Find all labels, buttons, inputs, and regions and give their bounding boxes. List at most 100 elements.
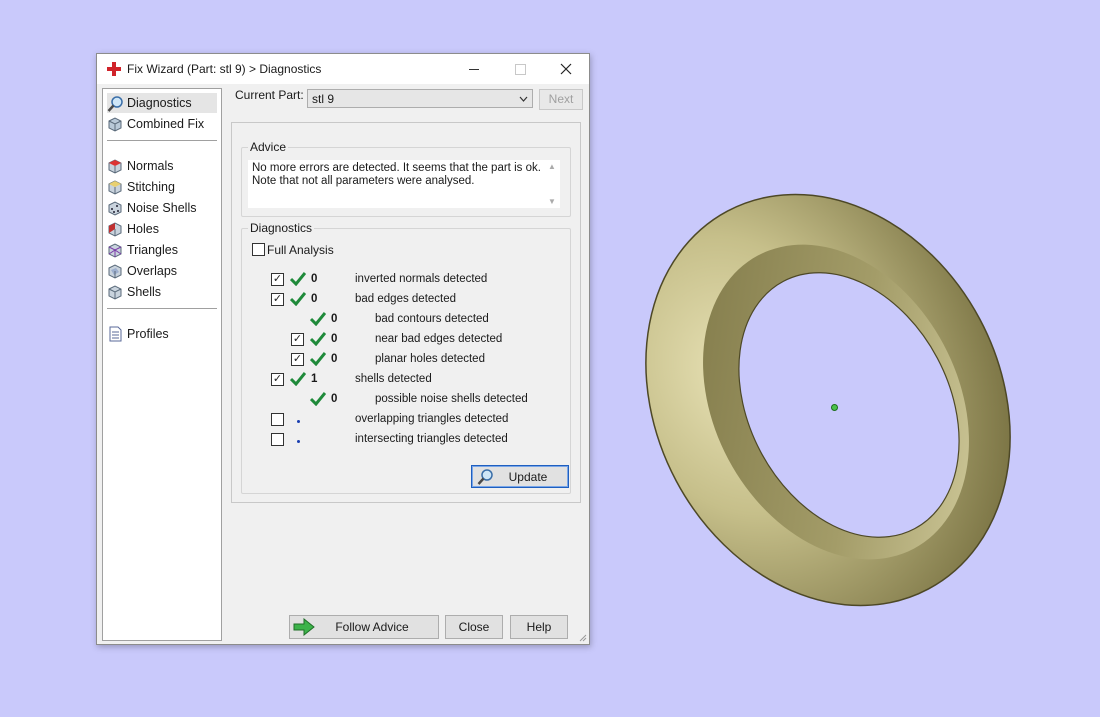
magnifier-icon [107,95,123,112]
help-button[interactable]: Help [510,615,568,639]
nav-label-triangles: Triangles [127,243,178,257]
nav-item-noise-shells[interactable]: Noise Shells [107,198,217,218]
advice-scrollbar[interactable]: ▲ ▼ [546,162,558,206]
wizard-nav: Diagnostics Combined Fix Normals Stitchi… [102,88,222,641]
nav-item-combined-fix[interactable]: Combined Fix [107,114,217,134]
nav-item-overlaps[interactable]: Overlaps [107,261,217,281]
green-arrow-icon [293,618,315,636]
check-icon [310,312,326,326]
advice-title: Advice [248,140,289,154]
current-part-value: stl 9 [312,92,335,106]
holes-icon [107,221,123,237]
current-part-label: Current Part: [235,88,304,102]
bad-edges-label: bad edges detected [355,293,457,305]
bad-contours-count: 0 [331,313,338,325]
nav-separator [107,308,217,309]
full-analysis-checkbox[interactable] [252,243,265,256]
noise-shells-count: 0 [331,393,338,405]
maximize-button[interactable] [497,54,543,84]
triangles-icon [107,242,123,258]
intersecting-triangles-checkbox[interactable] [271,433,284,446]
nav-label-noise-shells: Noise Shells [127,201,197,215]
current-part-dropdown[interactable]: stl 9 [307,89,533,108]
nav-item-triangles[interactable]: Triangles [107,240,217,260]
bad-edges-count: 0 [311,293,318,305]
nav-label-normals: Normals [127,159,174,173]
update-button[interactable]: Update [471,465,569,488]
check-icon [310,392,326,406]
nav-label-overlaps: Overlaps [127,264,178,278]
nav-item-stitching[interactable]: Stitching [107,177,217,197]
pending-dot-icon [297,440,300,443]
next-button[interactable]: Next [539,89,583,110]
nav-separator [107,140,217,141]
planar-holes-checkbox[interactable]: ✓ [291,353,304,366]
near-bad-edges-count: 0 [331,333,338,345]
near-bad-edges-checkbox[interactable]: ✓ [291,333,304,346]
diagnostics-group: Diagnostics Full Analysis ✓ 0 inverted n… [241,221,571,494]
nav-item-shells[interactable]: Shells [107,282,217,302]
scroll-down-icon[interactable]: ▼ [548,197,556,206]
bad-contours-label: bad contours detected [375,313,489,325]
update-label: Update [508,470,548,484]
check-icon [310,352,326,366]
nav-item-holes[interactable]: Holes [107,219,217,239]
diagnostics-panel: Advice No more errors are detected. It s… [231,122,581,503]
close-icon [560,63,572,75]
nav-label-holes: Holes [127,222,159,236]
nav-label-combined-fix: Combined Fix [127,117,205,131]
advice-line-1: No more errors are detected. It seems th… [252,162,541,174]
minimize-button[interactable] [451,54,497,84]
follow-advice-label: Follow Advice [335,620,409,634]
normals-icon [107,158,123,174]
bad-edges-checkbox[interactable]: ✓ [271,293,284,306]
nav-item-normals[interactable]: Normals [107,156,217,176]
resize-grip-icon[interactable] [577,632,587,642]
nav-label-stitching: Stitching [127,180,175,194]
inverted-normals-count: 0 [311,273,318,285]
planar-holes-count: 0 [331,353,338,365]
check-icon [290,272,306,286]
nav-item-diagnostics[interactable]: Diagnostics [107,93,217,113]
shells-checkbox[interactable]: ✓ [271,373,284,386]
window-title: Fix Wizard (Part: stl 9) > Diagnostics [127,62,322,76]
shells-label: shells detected [355,373,432,385]
full-analysis-label: Full Analysis [267,243,334,257]
nav-label-profiles: Profiles [127,327,169,341]
shells-count: 1 [311,373,318,385]
advice-group: Advice No more errors are detected. It s… [241,140,571,217]
check-icon [290,292,306,306]
intersecting-triangles-label: intersecting triangles detected [355,433,508,445]
shells-icon [107,284,123,300]
close-button[interactable]: Close [445,615,503,639]
advice-textbox[interactable]: No more errors are detected. It seems th… [248,160,560,208]
nav-item-profiles[interactable]: Profiles [107,324,217,344]
scroll-up-icon[interactable]: ▲ [548,162,556,171]
check-icon [290,372,306,386]
check-icon [310,332,326,346]
overlapping-triangles-label: overlapping triangles detected [355,413,509,425]
nav-label-diagnostics: Diagnostics [127,96,192,110]
fix-wizard-window: Fix Wizard (Part: stl 9) > Diagnostics D… [96,53,590,645]
diagnostics-title: Diagnostics [248,221,315,235]
overlapping-triangles-checkbox[interactable] [271,413,284,426]
maximize-icon [514,63,526,75]
inverted-normals-label: inverted normals detected [355,273,488,285]
overlaps-icon [107,263,123,279]
follow-advice-button[interactable]: Follow Advice [289,615,439,639]
near-bad-edges-label: near bad edges detected [375,333,503,345]
planar-holes-label: planar holes detected [375,353,485,365]
stitching-icon [107,179,123,195]
nav-label-shells: Shells [127,285,162,299]
ring-model[interactable] [640,180,1040,630]
minimize-icon [469,68,479,70]
noise-shells-icon [107,200,123,216]
pivot-point-icon [831,404,838,411]
chevron-down-icon [519,96,528,102]
combined-fix-icon [107,116,123,132]
noise-shells-label: possible noise shells detected [375,393,528,405]
close-window-button[interactable] [543,54,589,84]
red-cross-icon [107,62,121,76]
title-bar[interactable]: Fix Wizard (Part: stl 9) > Diagnostics [97,54,589,84]
inverted-normals-checkbox[interactable]: ✓ [271,273,284,286]
